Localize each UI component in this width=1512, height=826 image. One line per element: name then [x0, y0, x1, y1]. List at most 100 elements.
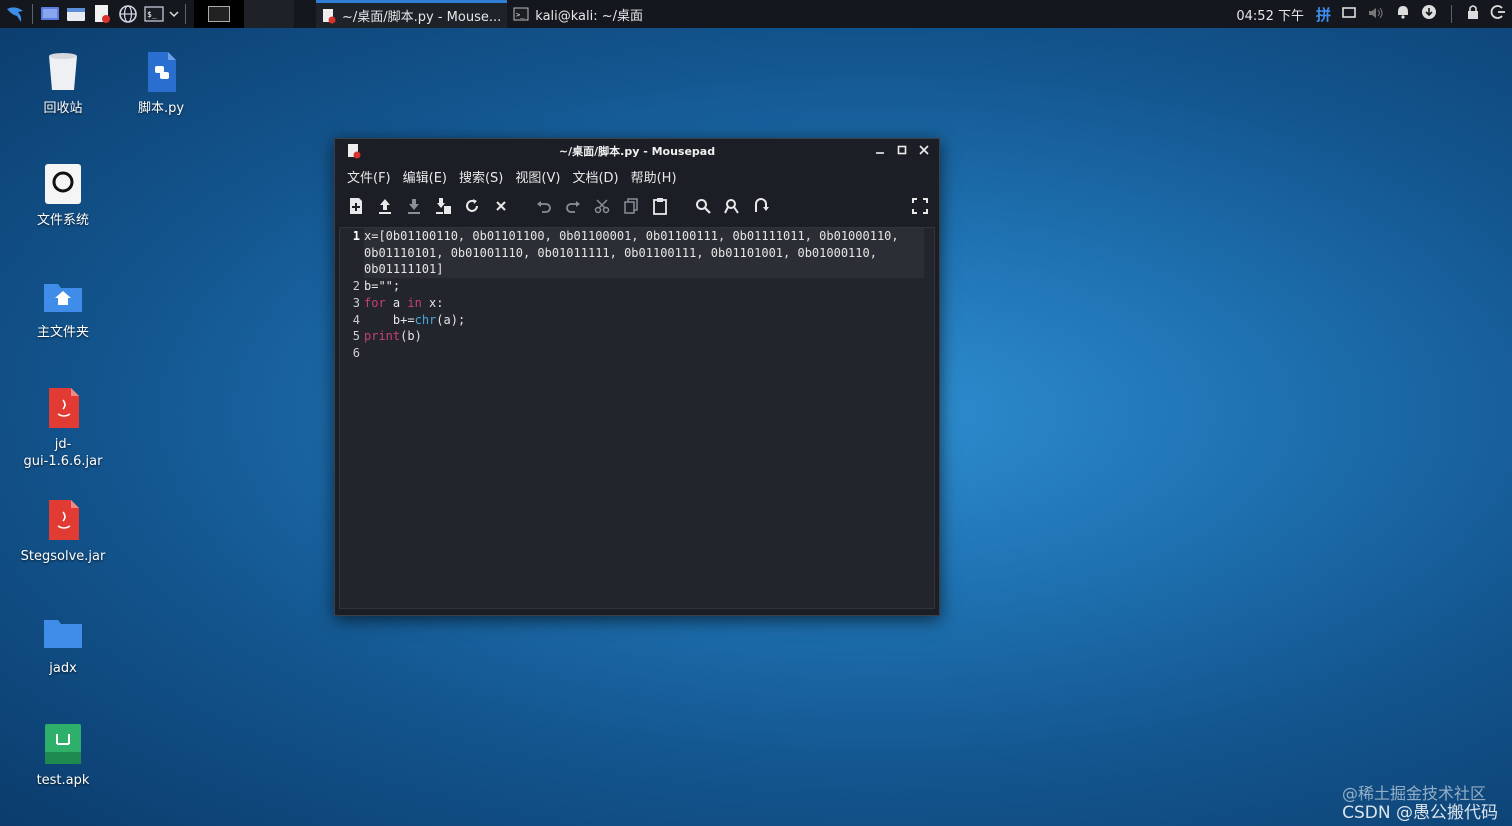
java-jar-icon	[41, 386, 85, 430]
copy-icon[interactable]	[620, 195, 642, 217]
minimize-button[interactable]	[873, 143, 887, 157]
input-method-indicator[interactable]: 拼	[1316, 4, 1331, 25]
task-label: ~/桌面/脚本.py - Mouse...	[342, 10, 502, 25]
desktop-icon-jdgui[interactable]: jd- gui-1.6.6.jar	[17, 386, 109, 470]
code-token: a	[385, 295, 408, 310]
undo-icon[interactable]	[533, 195, 555, 217]
redo-icon[interactable]	[562, 195, 584, 217]
save-icon[interactable]	[403, 195, 425, 217]
clock[interactable]: 04:52 下午	[1236, 5, 1304, 24]
close-document-icon[interactable]	[490, 195, 512, 217]
close-button[interactable]	[917, 143, 931, 157]
builtin-print: print	[364, 329, 401, 344]
code-text[interactable]: b="";	[364, 278, 924, 295]
save-as-icon[interactable]	[432, 195, 454, 217]
new-document-icon[interactable]	[345, 195, 367, 217]
panel-separator	[32, 4, 33, 24]
trash-icon	[41, 50, 85, 94]
android-apk-icon	[41, 722, 85, 766]
builtin-chr: chr	[414, 312, 437, 327]
panel-separator	[185, 4, 186, 24]
toolbar	[335, 189, 939, 223]
code-token: b+=	[364, 312, 415, 327]
window-titlebar[interactable]: ~/桌面/脚本.py - Mousepad	[335, 139, 939, 163]
logout-icon[interactable]	[1490, 4, 1506, 24]
code-token: (b)	[400, 329, 422, 344]
code-line: 1 x=[0b01100110, 0b01101100, 0b01100001,…	[340, 228, 934, 279]
code-line: 2 b="";	[340, 278, 934, 295]
find-replace-icon[interactable]	[721, 195, 743, 217]
desktop-icon-jadx[interactable]: jadx	[17, 610, 109, 677]
update-icon[interactable]	[1421, 4, 1437, 24]
keyword-in: in	[407, 295, 422, 310]
code-line: 5 print(b)	[340, 328, 934, 345]
desktop-icon-label: 主文件夹	[36, 325, 89, 340]
taskbar: ~/桌面/脚本.py - Mouse... >_ kali@kali: ~/桌面	[316, 0, 649, 28]
desktop-icon-label: Stegsolve.jar	[20, 549, 106, 564]
maximize-button[interactable]	[895, 143, 909, 157]
display-icon[interactable]	[1341, 5, 1357, 24]
menu-document[interactable]: 文档(D)	[566, 167, 624, 186]
line-number: 4	[352, 312, 360, 327]
workspace-2[interactable]	[244, 0, 294, 28]
top-panel: $_ ~/桌面/脚本.py - Mouse... >_ kali@kali: ~…	[0, 0, 1512, 28]
task-mousepad[interactable]: ~/桌面/脚本.py - Mouse...	[316, 0, 508, 28]
menu-search[interactable]: 搜索(S)	[453, 167, 509, 186]
menu-file[interactable]: 文件(F)	[341, 167, 397, 186]
menu-edit[interactable]: 编辑(E)	[397, 167, 453, 186]
python-file-icon	[139, 50, 183, 94]
desktop-icon-label: 回收站	[43, 101, 83, 116]
desktop-icon-label: test.apk	[36, 773, 90, 788]
code-text[interactable]: x=[0b01100110, 0b01101100, 0b01100001, 0…	[364, 228, 924, 279]
line-number: 1	[352, 229, 360, 243]
code-editor[interactable]: 1 x=[0b01100110, 0b01101100, 0b01100001,…	[339, 227, 935, 609]
paste-icon[interactable]	[649, 195, 671, 217]
volume-icon[interactable]	[1367, 5, 1385, 24]
search-icon[interactable]	[692, 195, 714, 217]
task-label: kali@kali: ~/桌面	[535, 8, 644, 24]
file-manager-icon[interactable]	[63, 1, 89, 27]
desktop-icon-script[interactable]: 脚本.py	[115, 50, 207, 117]
cut-icon[interactable]	[591, 195, 613, 217]
desktop-icon-testapk[interactable]: test.apk	[17, 722, 109, 789]
terminal-launcher-icon[interactable]: $_	[141, 1, 167, 27]
code-text[interactable]: b+=chr(a);	[364, 312, 924, 329]
mousepad-icon	[323, 8, 336, 23]
show-desktop-icon[interactable]	[37, 1, 63, 27]
menu-bar: 文件(F) 编辑(E) 搜索(S) 视图(V) 文档(D) 帮助(H)	[335, 163, 939, 189]
open-file-icon[interactable]	[374, 195, 396, 217]
workspace-switcher[interactable]	[194, 0, 244, 28]
java-jar-icon	[41, 498, 85, 542]
code-text[interactable]	[364, 345, 924, 362]
window-title: ~/桌面/脚本.py - Mousepad	[558, 145, 716, 158]
desktop-icon-trash[interactable]: 回收站	[17, 50, 109, 117]
line-number: 5	[352, 329, 360, 344]
menu-help[interactable]: 帮助(H)	[625, 167, 683, 186]
watermark-csdn: CSDN @愚公搬代码	[1342, 803, 1498, 823]
code-token: (a);	[436, 312, 466, 327]
home-folder-icon	[41, 274, 85, 318]
desktop-icon-label-line: gui-1.6.6.jar	[23, 454, 103, 469]
web-browser-icon[interactable]	[115, 1, 141, 27]
workspace-1[interactable]	[208, 6, 230, 22]
menu-view[interactable]: 视图(V)	[509, 167, 566, 186]
reload-icon[interactable]	[461, 195, 483, 217]
notification-bell-icon[interactable]	[1395, 4, 1411, 24]
desktop-icon-filesystem[interactable]: 文件系统	[17, 162, 109, 229]
chevron-down-icon[interactable]	[167, 1, 181, 27]
fullscreen-icon[interactable]	[909, 195, 931, 217]
code-line: 6	[340, 345, 934, 362]
code-text[interactable]: for a in x:	[364, 295, 924, 312]
lock-screen-icon[interactable]	[1466, 4, 1480, 24]
folder-icon	[41, 610, 85, 654]
code-text[interactable]: print(b)	[364, 328, 924, 345]
desktop-icon-label: 脚本.py	[137, 101, 185, 116]
desktop-icon-home[interactable]: 主文件夹	[17, 274, 109, 341]
desktop-icon-stegsolve[interactable]: Stegsolve.jar	[17, 498, 109, 565]
text-editor-icon[interactable]	[89, 1, 115, 27]
kali-menu-icon[interactable]	[2, 1, 28, 27]
goto-line-icon[interactable]	[750, 195, 772, 217]
task-terminal[interactable]: >_ kali@kali: ~/桌面	[507, 0, 649, 28]
code-token: x:	[421, 295, 444, 310]
terminal-icon: >_	[513, 7, 529, 21]
